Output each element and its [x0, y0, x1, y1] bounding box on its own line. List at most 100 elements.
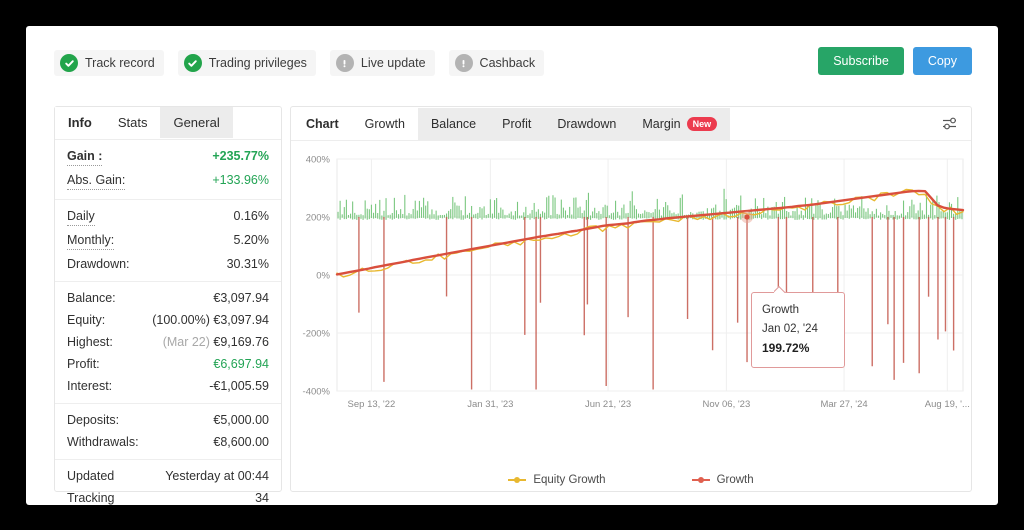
status-badge-label: Live update — [360, 56, 426, 70]
status-badge-live-update[interactable]: Live update — [329, 50, 435, 76]
stats-row-label: Highest: — [67, 335, 113, 349]
stats-row-value: €6,697.94 — [213, 356, 269, 372]
page-card: Track record Trading privileges Live updat… — [26, 26, 998, 505]
stats-row-value-text: 0.16% — [233, 209, 269, 223]
status-badge-label: Trading privileges — [208, 56, 307, 70]
stats-row-value: 0.16% — [234, 208, 269, 224]
stats-row: Interest: -€1,005.59 — [67, 375, 269, 397]
chart-legend: Equity Growth Growth — [291, 474, 971, 486]
stats-group: Balance: €3,097.94 Equity: (100.00%) €3,097… — [55, 282, 281, 404]
svg-text:Aug 19, '...: Aug 19, '... — [925, 399, 970, 410]
stats-row-value-text: +235.77% — [212, 149, 269, 163]
subscribe-button[interactable]: Subscribe — [818, 47, 904, 75]
stats-row-label: Equity: — [67, 313, 106, 327]
chart-tab-drawdown[interactable]: Drawdown — [544, 107, 630, 140]
stats-row: Highest: (Mar 22) €9,169.76 — [67, 331, 269, 353]
svg-text:200%: 200% — [306, 213, 331, 224]
tooltip-value: 199.72% — [762, 341, 810, 355]
stats-row-value-text: €3,097.94 — [213, 313, 269, 327]
stats-row-label[interactable]: Monthly: — [67, 232, 115, 250]
stats-row: Equity: (100.00%) €3,097.94 — [67, 309, 269, 331]
stats-row-label[interactable]: Gain : — [67, 148, 103, 166]
status-badge-track-record[interactable]: Track record — [54, 50, 164, 76]
chart-tab-label: Drawdown — [557, 116, 617, 131]
stats-row: Profit: €6,697.94 — [67, 353, 269, 375]
stats-row: Tracking 34 — [67, 487, 269, 509]
chart-tab-balance[interactable]: Balance — [417, 107, 490, 140]
stats-group: Gain : +235.77% Abs. Gain: +133.96% — [55, 140, 281, 200]
stats-row-value-text: 30.31% — [226, 257, 269, 271]
stats-row-value-text: +133.96% — [212, 173, 269, 187]
status-badge-label: Track record — [85, 56, 155, 70]
stats-row: Updated Yesterday at 00:44 — [67, 465, 269, 487]
stats-row-label: Deposits: — [67, 413, 120, 427]
stats-row-label: Withdrawals: — [67, 435, 139, 449]
status-badge-cashback[interactable]: Cashback — [448, 50, 545, 76]
stats-row-value: €3,097.94 — [213, 290, 269, 306]
chart-gridlines — [336, 158, 964, 392]
chart-tab-growth[interactable]: Growth — [351, 107, 418, 140]
legend-item-growth[interactable]: Growth — [691, 474, 754, 486]
copy-button[interactable]: Copy — [912, 47, 972, 75]
stats-row: Balance: €3,097.94 — [67, 287, 269, 309]
stats-row-label: Profit: — [67, 357, 100, 371]
chart-tab-label: Growth — [364, 116, 405, 131]
action-button-group: Subscribe Copy — [818, 47, 972, 75]
svg-text:Jun 21, '23: Jun 21, '23 — [585, 399, 631, 410]
stats-row: Monthly: 5.20% — [67, 229, 269, 253]
stats-row-label: Balance: — [67, 291, 116, 305]
chart-tooltip: Growth Jan 02, '24 199.72% — [751, 292, 845, 368]
stats-row-label[interactable]: Abs. Gain: — [67, 172, 126, 190]
stats-row: Drawdown: 30.31% — [67, 253, 269, 275]
chart-x-axis-labels: Sep 13, '22 Jan 31, '23 Jun 21, '23 Nov 06,… — [348, 399, 970, 410]
tooltip-notch — [774, 286, 786, 293]
stats-row-value-prefix: (Mar 22) — [162, 335, 214, 349]
stats-tab-bar: Info Stats General — [55, 107, 281, 140]
status-badge-trading-privileges[interactable]: Trading privileges — [177, 50, 316, 76]
chart-y-axis-labels: 400% 200% 0% -200% -400% — [303, 155, 331, 398]
stats-row-label: Drawdown: — [67, 257, 130, 271]
svg-text:-200%: -200% — [303, 329, 331, 340]
chart-settings-button[interactable] — [937, 111, 963, 135]
chart-tab-profit[interactable]: Profit — [489, 107, 545, 140]
stats-row-value-text: €5,000.00 — [213, 413, 269, 427]
chart-highlight-point — [741, 211, 754, 224]
status-badge-label: Cashback — [479, 56, 536, 70]
tooltip-date: Jan 02, '24 — [762, 323, 818, 335]
sliders-icon — [942, 117, 956, 129]
legend-label: Equity Growth — [533, 474, 606, 486]
svg-text:Sep 13, '22: Sep 13, '22 — [348, 399, 396, 410]
stats-group: Daily 0.16% Monthly: 5.20% Drawdown: 30.31% — [55, 200, 281, 282]
stats-row-value-text: €3,097.94 — [213, 291, 269, 305]
stats-row-label: Tracking — [67, 491, 115, 505]
stats-tab-info[interactable]: Info — [55, 107, 105, 138]
svg-text:400%: 400% — [306, 155, 331, 166]
tooltip-series-name: Growth — [762, 304, 800, 316]
stats-row-value-text: €6,697.94 — [213, 357, 269, 371]
screenshot-root: Track record Trading privileges Live updat… — [0, 0, 1024, 530]
chart-tab-bar: Chart Growth Balance Profit Drawdown Margin Ne… — [291, 107, 971, 141]
stats-tab-stats[interactable]: Stats — [104, 107, 161, 138]
chart-tab-label: Balance — [430, 116, 477, 131]
top-bar: Track record Trading privileges Live updat… — [26, 26, 998, 98]
chart-tab-label: Profit — [502, 116, 532, 131]
stats-row: Daily 0.16% — [67, 205, 269, 229]
svg-text:0%: 0% — [316, 271, 330, 282]
stats-row-value-text: Yesterday at 00:44 — [165, 469, 269, 483]
stats-row-value: 30.31% — [227, 256, 269, 272]
stats-row-value: €8,600.00 — [213, 434, 269, 450]
growth-chart-svg: 400% 200% 0% -200% -400% Sep 13, '22 Jan 31, … — [303, 155, 970, 411]
stats-row-value: +235.77% — [212, 148, 269, 164]
stats-row-value-prefix: (100.00%) — [152, 313, 214, 327]
growth-chart[interactable]: 400% 200% 0% -200% -400% Sep 13, '22 Jan 31, … — [291, 141, 971, 492]
stats-row-label[interactable]: Daily — [67, 208, 95, 226]
legend-swatch — [508, 477, 527, 483]
stats-row-value: (100.00%) €3,097.94 — [152, 312, 269, 328]
chart-tab-chart[interactable]: Chart — [293, 107, 352, 140]
legend-item-equity-growth[interactable]: Equity Growth — [508, 474, 606, 486]
stats-row-value-text: -€1,005.59 — [209, 379, 269, 393]
stats-row: Gain : +235.77% — [67, 145, 269, 169]
chart-tab-margin[interactable]: Margin New — [629, 107, 731, 140]
stats-tab-general[interactable]: General — [160, 107, 233, 138]
status-badge-group: Track record Trading privileges Live updat… — [54, 50, 545, 76]
